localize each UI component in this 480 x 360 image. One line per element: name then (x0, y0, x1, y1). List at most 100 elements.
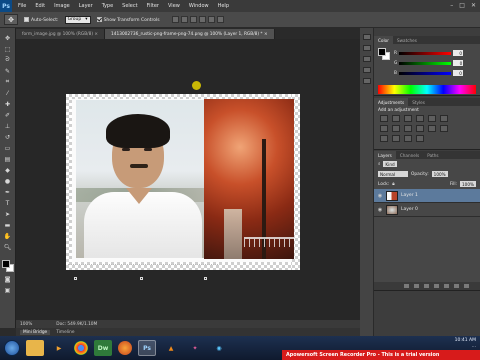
exposure-icon[interactable] (416, 115, 424, 122)
brush-icon[interactable]: ✐ (3, 111, 13, 119)
fx-icon[interactable] (414, 284, 419, 288)
menu-select[interactable]: Select (122, 3, 137, 9)
transform-handle[interactable] (140, 277, 143, 280)
menu-image[interactable]: Image (54, 3, 70, 9)
eyedropper-icon[interactable]: ⁄ (3, 89, 13, 97)
tab-mini-bridge[interactable]: Mini Bridge (20, 329, 51, 335)
red-slider[interactable] (399, 51, 451, 55)
menu-filter[interactable]: Filter (147, 3, 159, 9)
path-select-icon[interactable]: ➤ (3, 210, 13, 218)
bw-icon[interactable] (392, 125, 400, 132)
transform-handle[interactable] (204, 277, 207, 280)
menu-help[interactable]: Help (218, 3, 229, 9)
transform-handle[interactable] (74, 277, 77, 280)
tab-rustic-frame[interactable]: 1413002736_rustic-png-frame-png-74.png @… (105, 29, 275, 39)
gradient-map-icon[interactable] (404, 135, 412, 142)
minimize-button[interactable]: – (450, 2, 453, 9)
eye-icon[interactable]: ◉ (377, 193, 383, 199)
mask-icon[interactable] (424, 284, 429, 288)
menu-type[interactable]: Type (102, 3, 113, 9)
marquee-icon[interactable]: ⬚ (3, 45, 13, 53)
tab-channels[interactable]: Channels (396, 151, 423, 159)
gradient-icon[interactable]: ▤ (3, 155, 13, 163)
firefox-icon[interactable] (118, 341, 132, 355)
eraser-icon[interactable]: ▭ (3, 144, 13, 152)
align-bottom-icon[interactable] (189, 16, 197, 23)
align-middle-icon[interactable] (180, 16, 188, 23)
info-icon[interactable] (362, 67, 371, 73)
channel-mixer-icon[interactable] (416, 125, 424, 132)
brightness-icon[interactable] (380, 115, 388, 122)
chrome-icon[interactable] (74, 341, 88, 355)
menu-layer[interactable]: Layer (79, 3, 93, 9)
kind-select[interactable]: Kind (383, 161, 397, 167)
tab-form-image[interactable]: form_image.jpg @ 100% (RGB/8) × (16, 29, 106, 39)
screen-mode-icon[interactable]: ▣ (3, 286, 13, 294)
fill-input[interactable]: 100% (460, 181, 476, 187)
color-lookup-icon[interactable] (428, 125, 436, 132)
align-center-icon[interactable] (207, 16, 215, 23)
blue-slider[interactable] (398, 71, 451, 75)
menu-view[interactable]: View (168, 3, 180, 9)
media-player-icon[interactable]: ▶ (50, 340, 68, 356)
foreground-color[interactable] (1, 260, 10, 268)
healing-icon[interactable]: ✚ (3, 100, 13, 108)
paragraph-icon[interactable] (362, 78, 371, 84)
invert-icon[interactable] (440, 125, 448, 132)
dodge-icon[interactable]: ● (3, 177, 13, 185)
zoom-level[interactable]: 100% (20, 322, 32, 327)
lock-icon[interactable]: 🔒︎ (392, 182, 394, 187)
document-canvas[interactable] (66, 94, 300, 270)
color-balance-icon[interactable] (380, 125, 388, 132)
threshold-icon[interactable] (392, 135, 400, 142)
red-value[interactable]: 0 (453, 50, 463, 56)
hand-icon[interactable]: ✋ (3, 232, 13, 240)
move-icon[interactable]: ✥ (3, 34, 13, 42)
tab-swatches[interactable]: Swatches (393, 36, 421, 44)
auto-select-check[interactable] (24, 16, 29, 22)
new-layer-icon[interactable] (454, 284, 459, 288)
lasso-icon[interactable]: ᘐ (3, 56, 13, 64)
color-panel-fg[interactable] (378, 48, 386, 56)
blend-mode-select[interactable]: Normal (378, 171, 408, 177)
folder-icon[interactable] (444, 284, 449, 288)
explorer-icon[interactable] (26, 340, 44, 356)
photoshop-app[interactable]: Ps (138, 340, 156, 356)
recorder-icon[interactable]: ◉ (210, 340, 228, 356)
eye-icon[interactable]: ◉ (377, 207, 383, 213)
properties-icon[interactable] (362, 45, 371, 51)
group-select[interactable]: Group ▾ (64, 15, 91, 24)
link-icon[interactable] (404, 284, 409, 288)
align-right-icon[interactable] (216, 16, 224, 23)
tab-styles[interactable]: Styles (408, 98, 429, 106)
hue-sat-icon[interactable] (440, 115, 448, 122)
blue-value[interactable]: 0 (452, 70, 463, 76)
menu-window[interactable]: Window (189, 3, 209, 9)
layer-row[interactable]: ◉ Layer 1 (374, 189, 480, 203)
type-icon[interactable]: T (3, 199, 13, 207)
zoom-icon[interactable]: 🔍︎ (3, 243, 13, 251)
stamp-icon[interactable]: ⊥ (3, 122, 13, 130)
quick-select-icon[interactable]: ✎ (3, 67, 13, 75)
move-tool-icon[interactable]: ✥ (4, 14, 18, 25)
posterize-icon[interactable] (380, 135, 388, 142)
tab-paths[interactable]: Paths (423, 151, 442, 159)
tab-adjustments[interactable]: Adjustments (374, 98, 409, 106)
vibrance-icon[interactable] (428, 115, 436, 122)
history-icon[interactable] (362, 34, 371, 40)
shape-icon[interactable]: ▬ (3, 221, 13, 229)
auto-select-checkbox[interactable]: Auto-Select: (24, 16, 59, 23)
blur-icon[interactable]: ◆ (3, 166, 13, 174)
history-brush-icon[interactable]: ↺ (3, 133, 13, 141)
color-spectrum[interactable] (378, 85, 476, 94)
green-slider[interactable] (399, 61, 452, 65)
align-top-icon[interactable] (171, 16, 179, 23)
dreamweaver-app[interactable]: Dw (94, 340, 112, 356)
actions-icon[interactable] (362, 56, 371, 62)
selective-color-icon[interactable] (416, 135, 424, 142)
quick-mask-icon[interactable]: ◙ (3, 275, 13, 283)
crop-icon[interactable]: ⌗ (3, 78, 13, 86)
pen-icon[interactable]: ✒ (3, 188, 13, 196)
fg-bg-color-swatch[interactable] (1, 260, 14, 272)
close-button[interactable]: ✕ (471, 2, 476, 9)
